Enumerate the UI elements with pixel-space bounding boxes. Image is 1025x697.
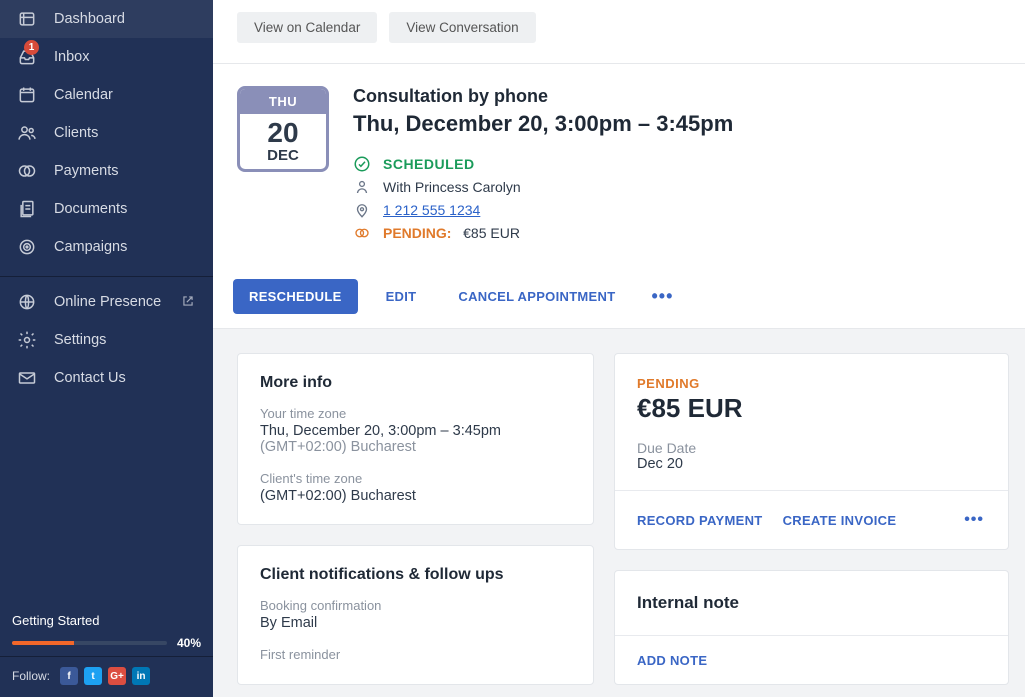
check-icon <box>353 155 371 173</box>
documents-icon <box>16 198 38 220</box>
campaigns-icon <box>16 236 38 258</box>
nav-documents[interactable]: Documents <box>0 190 213 228</box>
appointment-summary: Consultation by phone Thu, December 20, … <box>353 86 733 247</box>
view-on-calendar-button[interactable]: View on Calendar <box>237 12 377 43</box>
getting-started[interactable]: Getting Started 40% <box>0 601 213 656</box>
notifications-heading: Client notifications & follow ups <box>260 566 571 584</box>
nav-clients[interactable]: Clients <box>0 114 213 152</box>
appointment-datetime: Thu, December 20, 3:00pm – 3:45pm <box>353 111 733 137</box>
your-timezone-value: Thu, December 20, 3:00pm – 3:45pm (GMT+0… <box>260 423 571 455</box>
notifications-card: Client notifications & follow ups Bookin… <box>237 545 594 685</box>
main-content: View on Calendar View Conversation THU 2… <box>213 0 1025 697</box>
status-label: SCHEDULED <box>383 156 475 172</box>
more-info-card: More info Your time zone Thu, December 2… <box>237 353 594 525</box>
your-timezone-label: Your time zone <box>260 406 571 421</box>
due-date-value: Dec 20 <box>637 456 986 472</box>
calendar-icon <box>16 84 38 106</box>
main-nav: Dashboard 1 Inbox Calendar Clients <box>0 0 213 405</box>
nav-separator <box>0 276 213 277</box>
client-timezone-label: Client's time zone <box>260 471 571 486</box>
external-link-icon <box>181 294 197 310</box>
clients-icon <box>16 122 38 144</box>
nav-label: Online Presence <box>54 294 161 310</box>
payment-card: PENDING €85 EUR Due Date Dec 20 RECORD P… <box>614 353 1009 550</box>
globe-icon <box>16 291 38 313</box>
date-month: DEC <box>240 147 326 164</box>
more-info-heading: More info <box>260 374 571 392</box>
payment-status: PENDING <box>637 376 986 391</box>
record-payment-link[interactable]: RECORD PAYMENT <box>637 513 763 528</box>
payment-actions: RECORD PAYMENT CREATE INVOICE ••• <box>615 490 1008 549</box>
settings-icon <box>16 329 38 351</box>
sidebar: Dashboard 1 Inbox Calendar Clients <box>0 0 213 697</box>
follow-row: Follow: f t G+ in <box>0 656 213 697</box>
envelope-icon <box>16 367 38 389</box>
date-day: 20 <box>240 118 326 147</box>
nav-label: Dashboard <box>54 11 125 27</box>
nav-label: Inbox <box>54 49 89 65</box>
nav-payments[interactable]: Payments <box>0 152 213 190</box>
reschedule-button[interactable]: RESCHEDULE <box>233 279 358 314</box>
nav-dashboard[interactable]: Dashboard <box>0 0 213 38</box>
dashboard-icon <box>16 8 38 30</box>
date-badge: THU 20 DEC <box>237 86 329 172</box>
view-conversation-button[interactable]: View Conversation <box>389 12 535 43</box>
nav-label: Clients <box>54 125 98 141</box>
payment-more-menu[interactable]: ••• <box>956 507 992 533</box>
action-bar: RESCHEDULE EDIT CANCEL APPOINTMENT ••• <box>213 271 1025 329</box>
top-buttons: View on Calendar View Conversation <box>213 0 1025 64</box>
create-invoice-link[interactable]: CREATE INVOICE <box>783 513 897 528</box>
googleplus-icon[interactable]: G+ <box>108 667 126 685</box>
first-reminder-label: First reminder <box>260 647 571 662</box>
nav-label: Documents <box>54 201 127 217</box>
getting-started-title: Getting Started <box>12 613 201 628</box>
twitter-icon[interactable]: t <box>84 667 102 685</box>
pending-amount: €85 EUR <box>463 225 520 241</box>
nav-settings[interactable]: Settings <box>0 321 213 359</box>
client-timezone-value: (GMT+02:00) Bucharest <box>260 488 571 504</box>
left-column: More info Your time zone Thu, December 2… <box>237 353 594 697</box>
internal-note-card: Internal note ADD NOTE <box>614 570 1009 685</box>
nav-label: Contact Us <box>54 370 126 386</box>
nav-inbox[interactable]: 1 Inbox <box>0 38 213 76</box>
nav-calendar[interactable]: Calendar <box>0 76 213 114</box>
follow-label: Follow: <box>12 669 50 683</box>
phone-link[interactable]: 1 212 555 1234 <box>383 202 480 218</box>
pin-icon <box>353 201 371 219</box>
add-note-link[interactable]: ADD NOTE <box>637 653 707 668</box>
cancel-appointment-link[interactable]: CANCEL APPOINTMENT <box>444 279 629 314</box>
booking-confirmation-label: Booking confirmation <box>260 598 571 613</box>
nav-label: Settings <box>54 332 106 348</box>
progress-bar <box>12 641 167 645</box>
progress-percent: 40% <box>177 636 201 650</box>
nav-label: Campaigns <box>54 239 127 255</box>
pending-label: PENDING: <box>383 225 451 241</box>
nav-campaigns[interactable]: Campaigns <box>0 228 213 266</box>
detail-content: More info Your time zone Thu, December 2… <box>213 329 1025 697</box>
due-date-label: Due Date <box>637 440 986 456</box>
payments-icon <box>16 160 38 182</box>
right-column: PENDING €85 EUR Due Date Dec 20 RECORD P… <box>614 353 1009 697</box>
progress-fill <box>12 641 74 645</box>
nav-online-presence[interactable]: Online Presence <box>0 283 213 321</box>
person-icon <box>353 178 371 196</box>
appointment-header: THU 20 DEC Consultation by phone Thu, De… <box>213 64 1025 271</box>
booking-confirmation-value: By Email <box>260 615 571 631</box>
client-name: With Princess Carolyn <box>383 179 521 195</box>
linkedin-icon[interactable]: in <box>132 667 150 685</box>
edit-link[interactable]: EDIT <box>372 279 431 314</box>
facebook-icon[interactable]: f <box>60 667 78 685</box>
more-actions-menu[interactable]: ••• <box>643 282 681 311</box>
nav-label: Payments <box>54 163 118 179</box>
date-dow: THU <box>240 89 326 114</box>
internal-note-heading: Internal note <box>637 593 986 613</box>
appointment-title: Consultation by phone <box>353 86 733 107</box>
coins-icon <box>353 224 371 242</box>
payment-amount: €85 EUR <box>637 393 986 424</box>
nav-label: Calendar <box>54 87 113 103</box>
inbox-badge: 1 <box>24 40 39 55</box>
nav-contact[interactable]: Contact Us <box>0 359 213 397</box>
